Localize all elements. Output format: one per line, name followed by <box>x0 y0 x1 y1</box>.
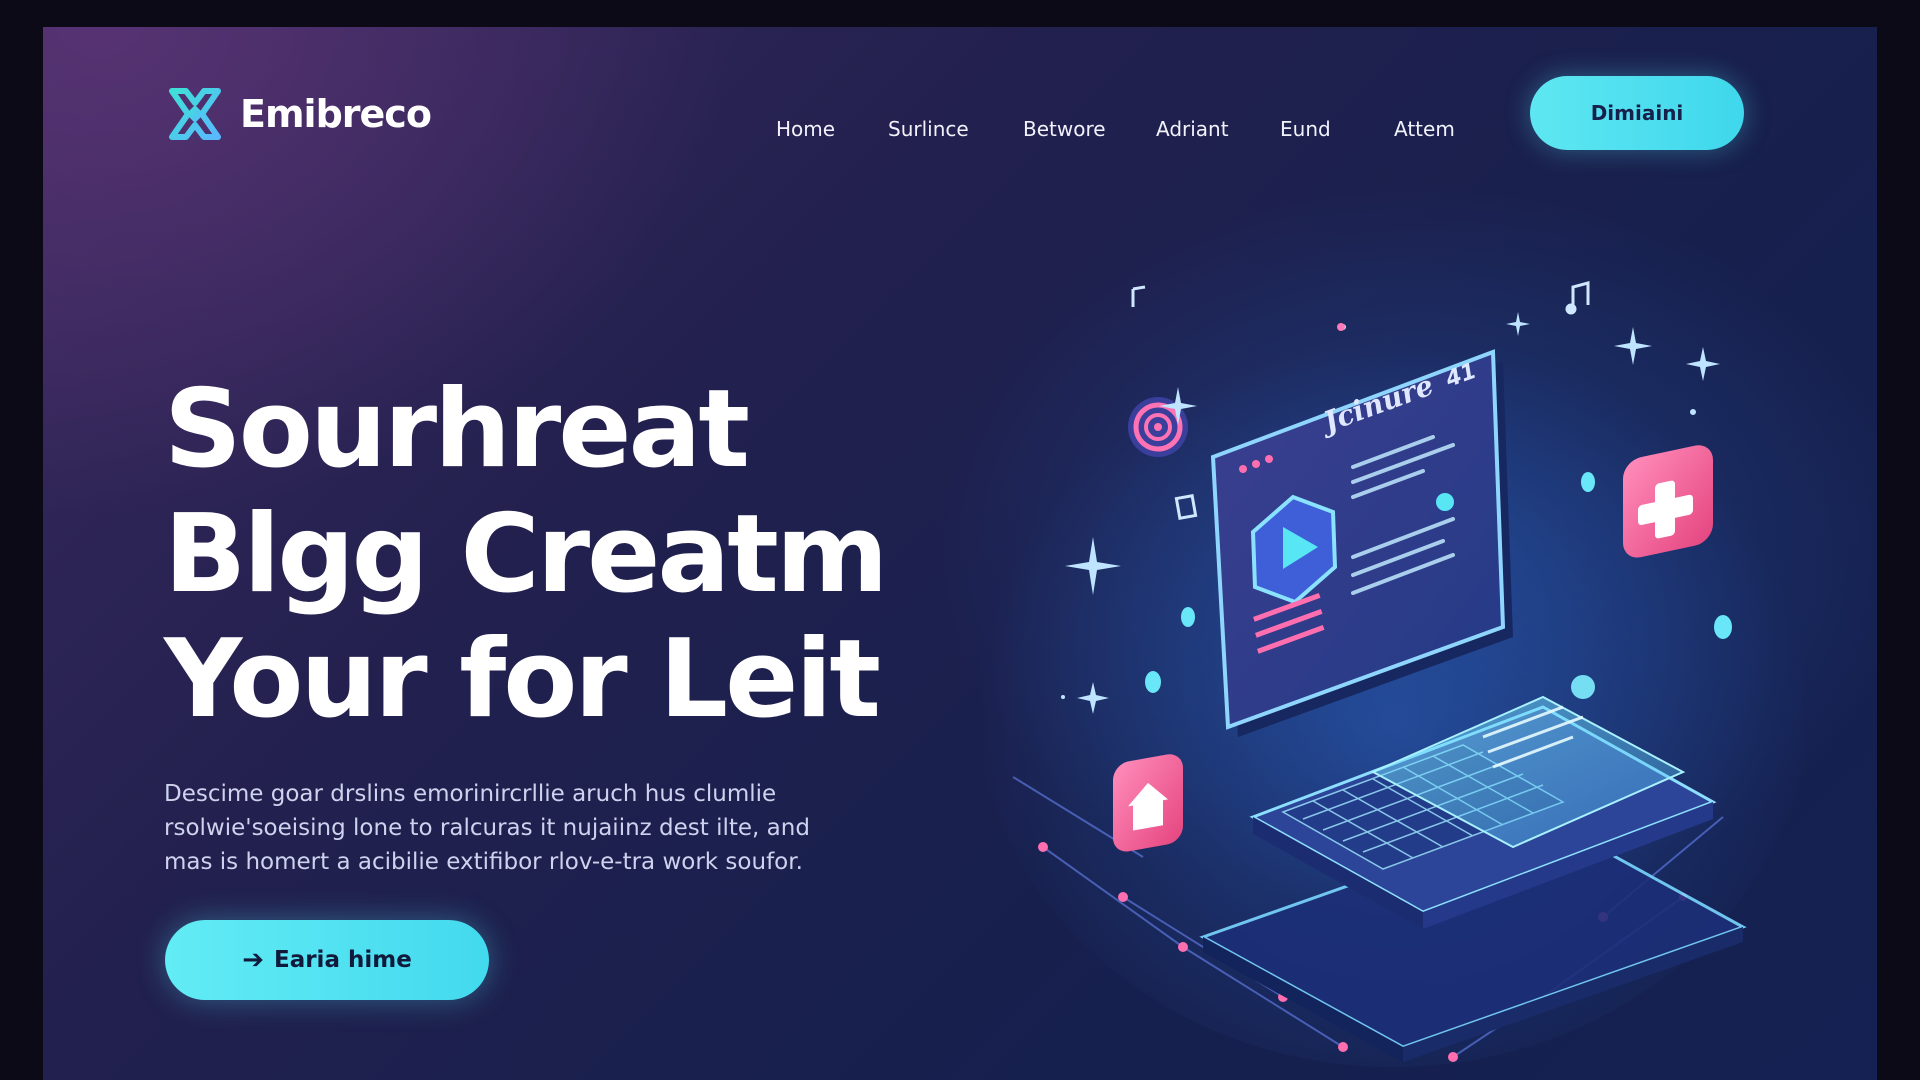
nav-item-surlince[interactable]: Surlince <box>888 117 969 141</box>
nav-item-adriant[interactable]: Adriant <box>1156 117 1229 141</box>
hero-description-line: mas is homert a acibilie extifibor rlov-… <box>164 849 803 875</box>
hero-title-line: Blgg Creatm <box>164 492 888 617</box>
nav-item-betwore[interactable]: Betwore <box>1023 117 1106 141</box>
hero-title-line: Sourhreat <box>164 367 750 492</box>
plus-icon <box>1623 445 1713 558</box>
hero-title: Sourhreat Blgg Creatm Your for Leit <box>164 367 888 742</box>
arrow-right-icon: ➔ <box>242 945 264 975</box>
hero-cta-button[interactable]: ➔ Earia hime <box>165 920 489 1000</box>
nav-item-home[interactable]: Home <box>776 117 835 141</box>
hero-description-line: Descime goar drslins emorinircrllie aruc… <box>164 781 777 807</box>
hero-description-line: rsolwie'soeising lone to ralcuras it nuj… <box>164 815 810 841</box>
hero-cta-label: Earia hime <box>273 947 412 973</box>
hero-title-line: Your for Leit <box>164 617 881 742</box>
nav-cta-button[interactable]: Dimiaini <box>1530 76 1744 150</box>
nav-item-eund[interactable]: Eund <box>1280 117 1331 141</box>
hero-illustration: Jcinure 41 <box>983 281 1803 1067</box>
page-frame: Emibreco Home Surlince Betwore Adriant E… <box>43 27 1877 1080</box>
nav-item-attem[interactable]: Attem <box>1394 117 1455 141</box>
home-icon <box>1113 754 1183 852</box>
hero-description: Descime goar drslins emorinircrllie aruc… <box>164 777 924 879</box>
